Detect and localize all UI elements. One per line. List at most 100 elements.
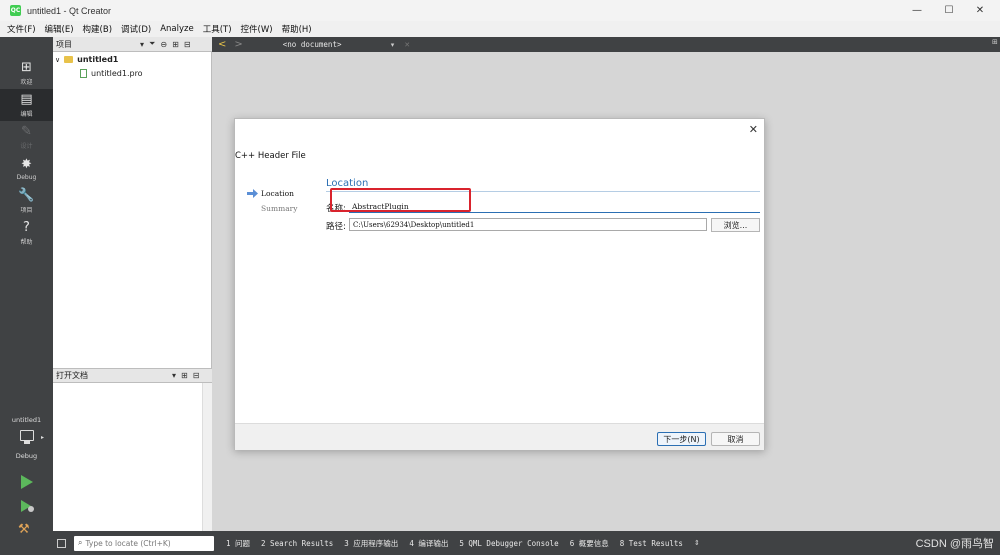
name-label: 名称: <box>326 204 346 214</box>
mode-label: 编辑 <box>20 110 33 118</box>
mode-label: 帮助 <box>20 238 33 246</box>
dropdown-arrow-icon[interactable]: ▾ <box>172 371 176 380</box>
debug-bug-icon <box>28 506 34 512</box>
menu-build[interactable]: 构建(B) <box>83 23 112 35</box>
document-icon: ▤ <box>20 91 33 107</box>
heading-divider <box>326 191 760 192</box>
mode-help[interactable]: ? 帮助 <box>0 217 53 249</box>
monitor-stand-icon <box>24 441 30 444</box>
tab-application-output[interactable]: 3 应用程序输出 <box>344 538 398 549</box>
document-selector[interactable]: <no document> <box>283 40 391 49</box>
editor-toolbar: < > <no document> ▾ ✕ <box>212 37 1000 52</box>
menu-bar: 文件(F) 编辑(E) 构建(B) 调试(D) Analyze 工具(T) 控件… <box>0 21 1000 37</box>
locator-input[interactable]: ⌕ Type to locate (Ctrl+K) <box>74 535 214 551</box>
mode-label: 项目 <box>20 206 33 214</box>
tree-item-label: untitled1.pro <box>91 69 143 78</box>
wizard-step-location: Location <box>261 189 294 198</box>
tree-item-label: untitled1 <box>77 55 119 64</box>
mode-label: Debug <box>16 173 37 181</box>
mode-edit[interactable]: ▤ 编辑 <box>0 89 53 121</box>
watermark: CSDN @雨鸟智 <box>915 538 994 550</box>
menu-widgets[interactable]: 控件(W) <box>241 23 273 35</box>
projects-panel-header: 项目 ▾ ⏷ ⊖ ⊞ ⊟ <box>53 37 212 52</box>
dropdown-arrow-icon[interactable]: ▾ <box>140 40 144 49</box>
close-panel-icon[interactable]: ⊟ <box>193 371 200 380</box>
wrench-icon: 🔧 <box>18 187 35 203</box>
tab-qml-debugger-console[interactable]: 5 QML Debugger Console <box>459 539 558 548</box>
mode-debug[interactable]: ✸ Debug <box>0 153 53 185</box>
open-documents-header: 打开文档 ▾ ⊞ ⊟ <box>53 368 212 383</box>
locator-placeholder: Type to locate (Ctrl+K) <box>85 538 171 548</box>
mode-label: 欢迎 <box>20 78 33 86</box>
page-heading: Location <box>326 178 369 189</box>
open-documents-list <box>53 383 212 531</box>
maximize-button[interactable]: ☐ <box>935 0 963 21</box>
toggle-sidebar-icon[interactable] <box>57 538 66 548</box>
window-title: untitled1 - Qt Creator <box>27 5 112 16</box>
current-step-arrow-icon <box>247 189 258 198</box>
projects-panel-title[interactable]: 项目 <box>56 39 140 50</box>
wizard-step-summary: Summary <box>261 204 298 213</box>
close-document-button[interactable]: ✕ <box>404 41 410 49</box>
title-bar: QC untitled1 - Qt Creator — ☐ ✕ <box>0 0 1000 21</box>
menu-tools[interactable]: 工具(T) <box>203 23 232 35</box>
expand-chevron-icon[interactable]: ∨ <box>55 56 60 64</box>
qt-creator-logo-icon: QC <box>10 5 21 16</box>
tree-item-pro-file[interactable]: untitled1.pro <box>80 67 143 80</box>
link-icon[interactable]: ⊖ <box>160 40 167 49</box>
split-icon[interactable]: ⊞ <box>172 40 179 49</box>
bug-icon: ✸ <box>21 156 32 172</box>
dropdown-arrow-icon[interactable]: ▾ <box>391 41 395 49</box>
mode-projects[interactable]: 🔧 项目 <box>0 185 53 217</box>
tab-issues[interactable]: 1 问题 <box>226 538 250 549</box>
grid-icon: ⊞ <box>21 59 32 75</box>
menu-help[interactable]: 帮助(H) <box>282 23 312 35</box>
tab-search-results[interactable]: 2 Search Results <box>261 539 333 548</box>
tab-test-results[interactable]: 8 Test Results <box>620 539 683 548</box>
menu-edit[interactable]: 编辑(E) <box>45 23 74 35</box>
open-documents-scrollbar[interactable] <box>202 383 212 531</box>
help-icon: ? <box>23 219 30 235</box>
new-file-wizard-dialog: ✕ C++ Header File Location Summary Locat… <box>234 118 765 450</box>
forward-button[interactable]: > <box>234 39 242 50</box>
back-button[interactable]: < <box>218 39 226 50</box>
pro-file-icon <box>80 69 87 78</box>
file-name-input[interactable] <box>349 200 760 213</box>
status-bar: ⌕ Type to locate (Ctrl+K) 1 问题 2 Search … <box>53 531 1000 555</box>
path-label: 路径: <box>326 222 346 232</box>
output-pane-toggle-icon[interactable]: ⇕ <box>694 539 700 547</box>
menu-file[interactable]: 文件(F) <box>7 23 36 35</box>
open-documents-title[interactable]: 打开文档 <box>56 370 172 381</box>
kit-build-mode[interactable]: Debug <box>0 452 53 460</box>
tree-item-project[interactable]: ∨ untitled1 <box>55 53 118 66</box>
menu-analyze[interactable]: Analyze <box>160 24 194 34</box>
split-editor-icon[interactable]: ⊞ <box>992 38 1000 52</box>
build-hammer-icon[interactable]: ⚒ <box>18 522 30 537</box>
cancel-button[interactable]: 取消 <box>711 432 760 446</box>
kit-expand-arrow-icon[interactable]: ▸ <box>41 434 44 441</box>
dialog-footer: 下一步(N) 取消 <box>235 423 764 450</box>
wizard-title: C++ Header File <box>235 151 306 161</box>
split-icon[interactable]: ⊞ <box>181 371 188 380</box>
monitor-icon[interactable] <box>20 430 34 441</box>
mode-design[interactable]: ✎ 设计 <box>0 121 53 153</box>
close-panel-icon[interactable]: ⊟ <box>184 40 191 49</box>
tab-compile-output[interactable]: 4 编译输出 <box>409 538 448 549</box>
search-icon: ⌕ <box>78 538 83 547</box>
pencil-icon: ✎ <box>21 123 32 139</box>
project-folder-icon <box>64 56 74 63</box>
project-tree: ∨ untitled1 untitled1.pro <box>53 52 212 368</box>
tab-general-messages[interactable]: 6 概要信息 <box>570 538 609 549</box>
browse-button[interactable]: 浏览... <box>711 218 760 232</box>
close-window-button[interactable]: ✕ <box>966 0 994 21</box>
mode-label: 设计 <box>20 142 33 150</box>
run-button[interactable] <box>21 475 33 489</box>
filter-icon[interactable]: ⏷ <box>149 39 155 49</box>
mode-welcome[interactable]: ⊞ 欢迎 <box>0 57 53 89</box>
path-input[interactable] <box>349 218 707 231</box>
menu-debug[interactable]: 调试(D) <box>121 23 151 35</box>
dialog-close-button[interactable]: ✕ <box>749 123 758 136</box>
kit-project-name[interactable]: untitled1 <box>0 416 53 424</box>
minimize-button[interactable]: — <box>903 0 931 21</box>
next-button[interactable]: 下一步(N) <box>657 432 706 446</box>
